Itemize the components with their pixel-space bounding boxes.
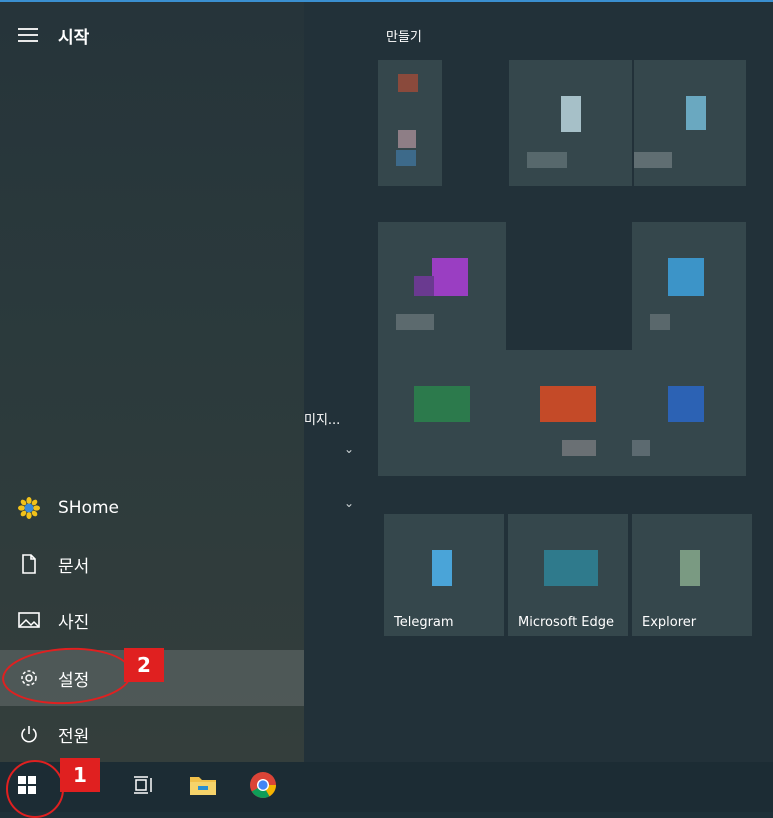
annotation-badge-2: 2 [124, 648, 164, 682]
app-tile[interactable] [634, 60, 746, 186]
nav-label-pictures: 사진 [58, 612, 90, 633]
picture-icon [18, 609, 40, 631]
chrome-button[interactable] [238, 762, 288, 812]
annotation-circle-start [6, 760, 64, 818]
nav-label-power: 전원 [58, 726, 90, 747]
truncated-app-name: 미지... [304, 413, 341, 428]
start-title: 시작 [58, 28, 90, 48]
nav-label-shome: SHome [58, 498, 119, 518]
explorer-tile[interactable]: Explorer [632, 514, 752, 636]
nav-item-documents[interactable]: 문서 [0, 536, 304, 592]
screen: 시작 SHome 문서 사진 설정 전원 만들기 미지... ⌄ ⌄ Teleg… [0, 0, 773, 818]
taskbar [0, 762, 773, 812]
app-tile[interactable] [378, 60, 442, 186]
chrome-icon [249, 771, 277, 803]
folder-icon [189, 773, 217, 801]
app-tile-row[interactable] [378, 350, 746, 476]
app-tile[interactable] [509, 60, 632, 186]
chevron-down-icon[interactable]: ⌄ [344, 442, 354, 456]
document-icon [18, 553, 40, 575]
tile-label-telegram: Telegram [394, 615, 454, 630]
hamburger-menu-icon[interactable] [18, 28, 38, 42]
chevron-down-icon[interactable]: ⌄ [344, 496, 354, 510]
nav-item-power[interactable]: 전원 [0, 706, 304, 762]
nav-label-documents: 문서 [58, 556, 90, 577]
nav-item-shome[interactable]: SHome [0, 480, 304, 536]
tile-label-edge: Microsoft Edge [518, 615, 615, 630]
edge-tile[interactable]: Microsoft Edge [508, 514, 628, 636]
power-icon [18, 723, 40, 745]
app-tile[interactable] [632, 222, 746, 350]
sunflower-icon [18, 497, 40, 519]
telegram-tile[interactable]: Telegram [384, 514, 504, 636]
app-tile[interactable] [378, 222, 506, 350]
tile-group-title: 만들기 [386, 30, 422, 45]
tile-label-explorer: Explorer [642, 615, 697, 630]
task-view-icon [132, 775, 154, 799]
file-explorer-button[interactable] [178, 762, 228, 812]
tile-pane: 만들기 미지... ⌄ ⌄ Telegram Microsoft Edge Ex… [304, 2, 773, 762]
task-view-button[interactable] [118, 762, 168, 812]
nav-item-pictures[interactable]: 사진 [0, 592, 304, 648]
annotation-badge-1: 1 [60, 758, 100, 792]
